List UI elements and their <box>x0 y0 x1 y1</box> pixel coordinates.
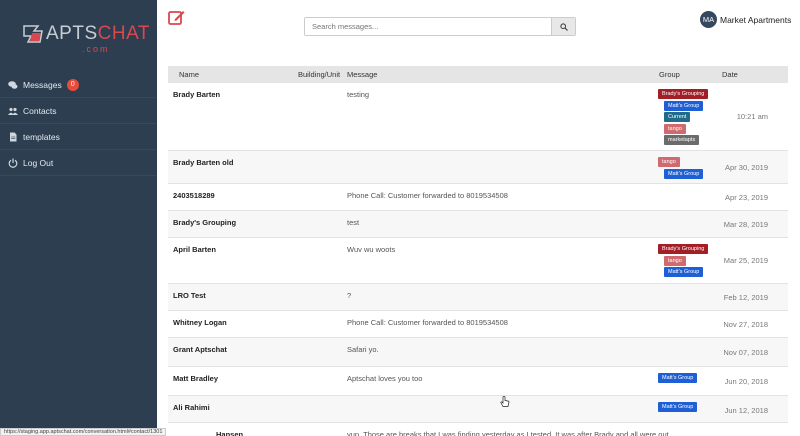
power-icon <box>8 158 18 168</box>
document-icon <box>8 132 18 142</box>
column-header-date[interactable]: Date <box>722 70 738 79</box>
sidebar-nav: Messages 0 Contacts templates Log Out <box>0 72 157 176</box>
sidebar-item-contacts[interactable]: Contacts <box>0 98 157 124</box>
table-row[interactable]: Brady's Grouping test Mar 28, 2019 <box>168 211 788 238</box>
message-preview: Phone Call: Customer forwarded to 801953… <box>347 318 508 327</box>
search-icon <box>559 22 568 31</box>
message-preview: Safari yo. <box>347 345 379 354</box>
search-bar <box>304 17 576 36</box>
group-tag[interactable]: Matt's Group <box>664 168 704 179</box>
avatar: MA <box>700 11 717 28</box>
sidebar-item-messages[interactable]: Messages 0 <box>0 72 157 98</box>
column-header-building[interactable]: Building/Unit <box>298 70 340 79</box>
column-header-group[interactable]: Group <box>659 70 680 79</box>
table-row[interactable]: Hansen yup. Those are breaks that I was f… <box>168 423 788 436</box>
sidebar-item-logout[interactable]: Log Out <box>0 150 157 176</box>
contact-name: April Barten <box>173 245 216 254</box>
table-row[interactable]: Grant Aptschat Safari yo. Nov 07, 2018 <box>168 338 788 367</box>
logo-subtext: .com <box>82 44 110 54</box>
message-preview: testing <box>347 90 370 99</box>
aptschat-logo[interactable]: APTSCHAT .com <box>22 22 149 54</box>
table-row[interactable]: 2403518289 Phone Call: Customer forwarded… <box>168 184 788 211</box>
unread-badge: 0 <box>66 78 79 91</box>
table-row[interactable]: Whitney Logan Phone Call: Customer forwar… <box>168 311 788 338</box>
table-row[interactable]: Ali Rahimi Matt's Group Jun 12, 2018 <box>168 396 788 423</box>
group-tag[interactable]: marketapts <box>664 135 700 145</box>
table-row[interactable]: April Barten Wuv wu woots Brady's Grouping… <box>168 238 788 284</box>
group-tags: tango Matt's Group <box>658 157 718 180</box>
message-date: Apr 30, 2019 <box>725 163 768 172</box>
table-row[interactable]: LRO Test? Feb 12, 2019 <box>168 284 788 311</box>
account-menu[interactable]: MA Market Apartments <box>700 11 791 28</box>
compose-icon[interactable] <box>168 9 185 26</box>
message-date: Feb 12, 2019 <box>723 293 768 302</box>
message-preview: Wuv wu woots <box>347 245 396 254</box>
table-row[interactable]: Brady Barten old tango Matt's Group Apr 30,… <box>168 151 788 184</box>
table-header: Name Building/Unit Message Group Date <box>168 66 788 83</box>
conversations-table: Name Building/Unit Message Group Date Br… <box>168 66 788 436</box>
message-date: Apr 23, 2019 <box>725 193 768 202</box>
table-body: Brady Barten testing Brady's Grouping Matt'… <box>168 83 788 436</box>
logo-mark-icon <box>23 25 43 43</box>
hand-cursor-icon <box>500 396 510 407</box>
table-row[interactable]: Matt Bradley Aptschat loves you too Matt's… <box>168 367 788 396</box>
table-row[interactable]: Brady Barten testing Brady's Grouping Matt'… <box>168 83 788 151</box>
group-tags: Brady's Grouping Matt's Group Current tango… <box>658 89 718 147</box>
group-tags: Matt's Group <box>658 402 718 414</box>
search-button[interactable] <box>551 18 575 35</box>
group-tag[interactable]: Matt's Group <box>664 267 704 277</box>
logo-text: APTSCHAT <box>46 23 150 44</box>
column-header-name[interactable]: Name <box>179 70 199 79</box>
sidebar-item-label: Messages <box>23 79 62 90</box>
contact-name: LRO Test <box>173 291 206 300</box>
contact-name: Brady Barten old <box>173 158 234 167</box>
contact-name: Hansen <box>216 430 244 436</box>
chat-bubbles-icon <box>8 80 18 90</box>
group-tag[interactable]: Matt's Group <box>658 402 698 412</box>
group-tag[interactable]: tango <box>664 123 686 134</box>
message-date: Nov 27, 2018 <box>723 320 768 329</box>
sidebar-item-label: Contacts <box>23 105 57 116</box>
group-tags: Brady's Grouping tango Matt's Group <box>658 244 718 279</box>
message-date: Jun 12, 2018 <box>724 406 768 415</box>
message-preview: Phone Call: Customer forwarded to 801953… <box>347 191 508 200</box>
group-tag[interactable]: Matt's Group <box>658 373 698 383</box>
message-preview: yup. Those are breaks that I was finding… <box>347 430 669 436</box>
contact-name: Matt Bradley <box>173 374 219 383</box>
group-tag[interactable]: Brady's Grouping <box>658 89 709 99</box>
message-preview: ? <box>347 291 352 300</box>
contact-name: 2403518289 <box>173 191 215 200</box>
contact-name: Whitney Logan <box>173 318 227 327</box>
message-preview: test <box>347 218 360 227</box>
message-date: Nov 07, 2018 <box>723 348 768 357</box>
account-name: Market Apartments <box>720 14 792 25</box>
contact-name: Grant Aptschat <box>173 345 227 354</box>
message-date: Mar 28, 2019 <box>723 220 768 229</box>
sidebar: APTSCHAT .com Messages 0 Contacts templa… <box>0 0 157 436</box>
message-date: Jun 20, 2018 <box>724 377 768 386</box>
group-tag[interactable]: Brady's Grouping <box>658 244 709 254</box>
group-tag[interactable]: Current <box>664 112 691 122</box>
group-tag[interactable]: tango <box>664 255 686 266</box>
sidebar-item-label: Log Out <box>23 157 54 168</box>
group-tag[interactable]: Matt's Group <box>664 100 704 111</box>
browser-status-url: https://staging.app.aptschat.com/convers… <box>0 428 167 436</box>
contact-name: Brady Barten <box>173 90 221 99</box>
message-date: 10:21 am <box>736 112 768 121</box>
group-tags: Matt's Group <box>658 373 718 385</box>
column-header-message[interactable]: Message <box>347 70 377 79</box>
sidebar-item-label: templates <box>23 131 60 142</box>
message-date: Mar 25, 2019 <box>723 256 768 265</box>
message-preview: Aptschat loves you too <box>347 374 423 383</box>
contact-name: Brady's Grouping <box>173 218 237 227</box>
sidebar-item-templates[interactable]: templates <box>0 124 157 150</box>
contact-name: Ali Rahimi <box>173 403 210 412</box>
group-tag[interactable]: tango <box>658 157 680 167</box>
users-icon <box>8 106 18 116</box>
search-input[interactable] <box>305 18 551 35</box>
